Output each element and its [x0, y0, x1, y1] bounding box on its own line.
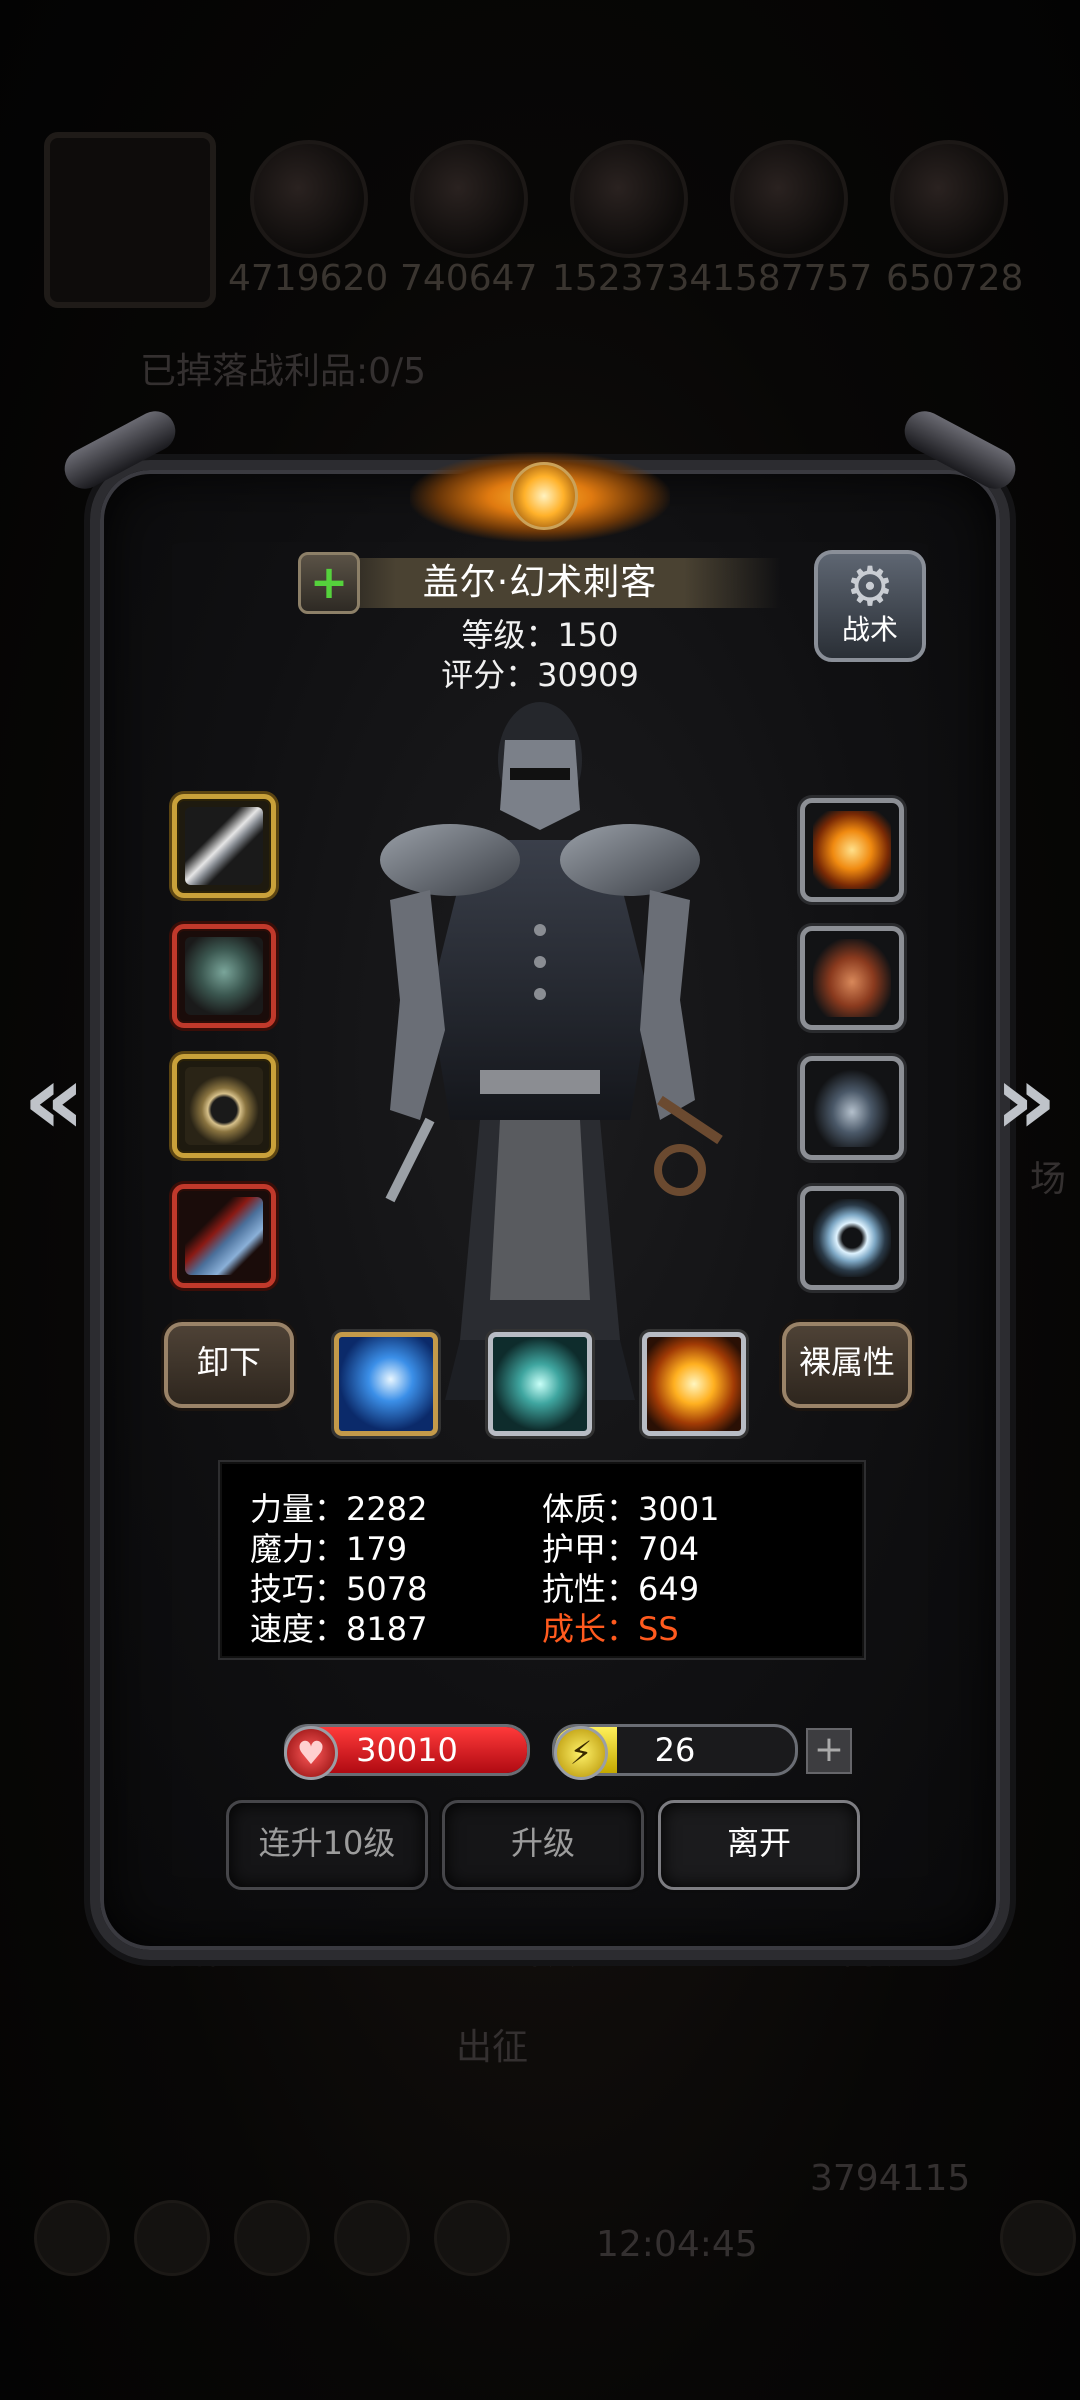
equip-slot-ring[interactable] — [172, 1054, 276, 1158]
add-energy-button[interactable]: + — [806, 1728, 852, 1774]
stats-panel: 力量：2282 魔力：179 技巧：5078 速度：8187 体质：3001 护… — [218, 1460, 866, 1660]
resource-icon-5 — [890, 140, 1008, 258]
tactics-button[interactable]: ⚙ 战术 — [814, 550, 926, 662]
bottom-menu-icon-5 — [434, 2200, 510, 2276]
expedition-label: 出征 — [456, 2027, 529, 2068]
ore-icon — [813, 939, 891, 1017]
fire-burst-skill-icon[interactable] — [642, 1332, 746, 1436]
hero-name: 盖尔·幻术刺客 — [300, 558, 780, 608]
equip-slot-ice-ring[interactable] — [800, 1186, 904, 1290]
ring-icon — [185, 1067, 263, 1145]
resource-value-2: 740647 — [400, 258, 538, 299]
equip-slot-necklace[interactable] — [800, 1056, 904, 1160]
equip-slot-weapon[interactable] — [172, 794, 276, 898]
crest-emblem-icon — [510, 462, 578, 530]
tactics-label: 战术 — [841, 613, 898, 646]
bottom-menu-icon-1 — [34, 2200, 110, 2276]
equip-slot-armor[interactable] — [172, 924, 276, 1028]
bottom-menu-icon-4 — [334, 2200, 410, 2276]
blade-slash-skill-icon[interactable] — [334, 1332, 438, 1436]
wind-swirl-skill-icon[interactable] — [488, 1332, 592, 1436]
heart-icon: ♥ — [284, 1726, 338, 1780]
equip-slot-scroll[interactable] — [172, 1184, 276, 1288]
gold-amount: 3794115 — [810, 2158, 971, 2199]
resource-icon-1 — [250, 140, 368, 258]
level-up-10-button[interactable]: 连升10级 — [226, 1800, 428, 1890]
add-hero-button[interactable]: + — [298, 552, 360, 614]
bottom-menu-icon-3 — [234, 2200, 310, 2276]
resource-value-4: 1587757 — [712, 258, 873, 299]
leave-button[interactable]: 离开 — [658, 1800, 860, 1890]
previous-hero-icon[interactable]: « — [14, 1050, 94, 1150]
next-hero-icon[interactable]: » — [986, 1050, 1066, 1150]
base-attributes-button[interactable]: 裸属性 — [782, 1322, 912, 1408]
stat-speed: 速度：8187 — [250, 1610, 428, 1648]
bottom-menu-icon-2 — [134, 2200, 210, 2276]
equip-slot-cape[interactable] — [800, 798, 904, 902]
ice-ring-icon — [813, 1199, 891, 1277]
side-label: 场 — [1030, 1159, 1067, 1200]
resource-icon-4 — [730, 140, 848, 258]
player-portrait — [44, 132, 216, 308]
unequip-button[interactable]: 卸下 — [164, 1322, 294, 1408]
loot-counter: 已掉落战利品:0/5 — [140, 351, 427, 392]
resource-value-3: 1523734 — [552, 258, 713, 299]
resource-icon-2 — [410, 140, 528, 258]
equip-slot-ore[interactable] — [800, 926, 904, 1030]
hero-score: 评分：30909 — [441, 656, 639, 694]
resource-icon-3 — [570, 140, 688, 258]
necklace-icon — [813, 1069, 891, 1147]
bottom-menu-icon-6 — [1000, 2200, 1076, 2276]
stat-growth: 成长：SS — [542, 1610, 679, 1648]
lightning-icon: ⚡ — [554, 1726, 608, 1780]
spear-icon — [185, 807, 263, 885]
chest-armor-icon — [185, 937, 263, 1015]
scroll-icon — [185, 1197, 263, 1275]
resource-value-1: 4719620 — [228, 258, 389, 299]
level-up-button[interactable]: 升级 — [442, 1800, 644, 1890]
clock: 12:04:45 — [596, 2224, 758, 2265]
resource-value-5: 650728 — [886, 258, 1024, 299]
fire-cape-icon — [813, 811, 891, 889]
